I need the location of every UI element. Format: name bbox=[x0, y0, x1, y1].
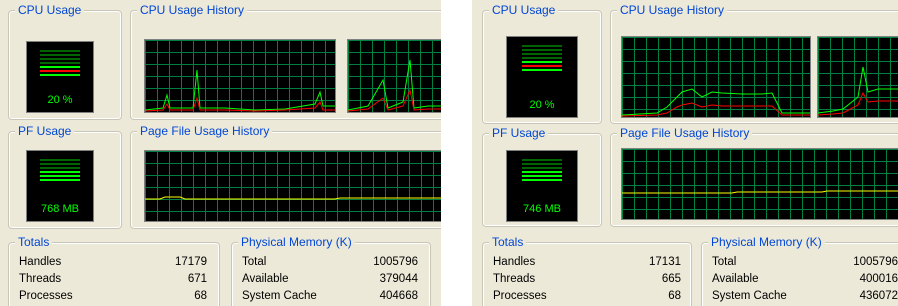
totals-value: 68 bbox=[194, 290, 207, 302]
cpu-history-group: CPU Usage History bbox=[130, 3, 441, 120]
physical-label: System Cache bbox=[712, 290, 787, 302]
cpu-history-plot-1 bbox=[145, 69, 335, 112]
totals-group: Totals Handles 17131 Threads 665 Process… bbox=[482, 235, 692, 306]
cpu-history-plot-2 bbox=[348, 59, 441, 112]
pf-usage-meter: 746 MB bbox=[506, 150, 578, 222]
physical-label: Total bbox=[242, 256, 267, 268]
cpu-history-graph-1 bbox=[144, 39, 336, 113]
totals-group: Totals Handles 17179 Threads 671 Process… bbox=[8, 235, 220, 306]
totals-row-processes: Processes 68 bbox=[19, 289, 207, 304]
physical-memory-group: Physical Memory (K) Total 1005796 Availa… bbox=[701, 235, 898, 306]
cpu-history-plot-2 bbox=[818, 66, 898, 116]
physical-value: 1005796 bbox=[373, 256, 418, 268]
totals-row-handles: Handles 17131 bbox=[493, 255, 681, 270]
pf-usage-group: PF Usage 768 MB bbox=[8, 124, 122, 229]
totals-value: 671 bbox=[187, 273, 207, 285]
totals-label: Threads bbox=[493, 273, 536, 285]
pf-history-graph bbox=[144, 150, 441, 222]
cpu-meter-bars bbox=[40, 50, 80, 78]
pf-usage-title: PF Usage bbox=[15, 124, 75, 138]
cpu-total-line-2 bbox=[348, 59, 441, 111]
physical-row-system-cache: System Cache 436072 bbox=[712, 289, 898, 304]
cpu-meter-bars bbox=[522, 45, 562, 73]
totals-label: Threads bbox=[19, 273, 62, 285]
totals-title: Totals bbox=[15, 235, 53, 249]
physical-memory-title: Physical Memory (K) bbox=[708, 235, 825, 249]
physical-label: Available bbox=[712, 273, 759, 285]
cpu-usage-title: CPU Usage bbox=[489, 3, 559, 17]
physical-row-total: Total 1005796 bbox=[712, 255, 898, 270]
pf-history-group: Page File Usage History bbox=[610, 126, 898, 227]
totals-label: Processes bbox=[19, 290, 73, 302]
physical-label: System Cache bbox=[242, 290, 317, 302]
physical-value: 1005796 bbox=[853, 256, 898, 268]
totals-row-threads: Threads 665 bbox=[493, 272, 681, 287]
totals-value: 68 bbox=[668, 290, 681, 302]
pf-history-group: Page File Usage History bbox=[130, 124, 441, 229]
pf-history-title: Page File Usage History bbox=[137, 124, 273, 138]
cpu-kernel-line-1 bbox=[622, 102, 810, 117]
totals-label: Handles bbox=[493, 256, 536, 268]
cpu-history-graph-2 bbox=[817, 36, 898, 118]
physical-row-available: Available 379044 bbox=[242, 272, 418, 287]
cpu-usage-value: 20 % bbox=[47, 94, 73, 106]
totals-label: Processes bbox=[493, 290, 547, 302]
physical-row-available: Available 400016 bbox=[712, 272, 898, 287]
pf-meter-bars bbox=[522, 159, 562, 183]
pf-usage-title: PF Usage bbox=[489, 126, 549, 140]
physical-memory-group: Physical Memory (K) Total 1005796 Availa… bbox=[231, 235, 431, 306]
task-manager-performance-left: CPU Usage 20 % CPU Usage History PF Usag… bbox=[0, 0, 441, 306]
pf-usage-line bbox=[145, 196, 441, 200]
physical-label: Available bbox=[242, 273, 289, 285]
pf-usage-line bbox=[622, 190, 898, 194]
cpu-history-title: CPU Usage History bbox=[137, 3, 248, 17]
physical-row-system-cache: System Cache 404668 bbox=[242, 289, 418, 304]
pf-history-title: Page File Usage History bbox=[617, 126, 753, 140]
cpu-usage-meter: 20 % bbox=[26, 41, 94, 113]
totals-row-handles: Handles 17179 bbox=[19, 255, 207, 270]
physical-value: 400016 bbox=[859, 273, 898, 285]
pf-usage-value: 768 MB bbox=[41, 203, 79, 215]
pf-usage-meter: 768 MB bbox=[26, 150, 94, 222]
physical-value: 404668 bbox=[379, 290, 418, 302]
cpu-usage-group: CPU Usage 20 % bbox=[8, 3, 122, 120]
totals-value: 17179 bbox=[175, 256, 207, 268]
physical-value: 379044 bbox=[379, 273, 418, 285]
cpu-history-graph-1 bbox=[621, 36, 811, 118]
totals-value: 665 bbox=[661, 273, 681, 285]
cpu-total-line-1 bbox=[145, 69, 335, 111]
task-manager-performance-right: CPU Usage 20 % CPU Usage History PF Usag… bbox=[472, 0, 898, 306]
pf-usage-value: 746 MB bbox=[523, 203, 561, 215]
physical-value: 436072 bbox=[859, 290, 898, 302]
physical-label: Total bbox=[712, 256, 737, 268]
totals-title: Totals bbox=[489, 235, 527, 249]
cpu-usage-title: CPU Usage bbox=[15, 3, 85, 17]
cpu-usage-value: 20 % bbox=[529, 99, 555, 111]
physical-memory-title: Physical Memory (K) bbox=[238, 235, 355, 249]
cpu-history-graph-2 bbox=[347, 39, 441, 113]
cpu-history-title: CPU Usage History bbox=[617, 3, 728, 17]
cpu-usage-meter: 20 % bbox=[506, 36, 578, 118]
totals-value: 17131 bbox=[649, 256, 681, 268]
cpu-history-plot-1 bbox=[622, 88, 810, 117]
cpu-history-group: CPU Usage History bbox=[610, 3, 898, 124]
totals-label: Handles bbox=[19, 256, 62, 268]
cpu-total-line-1 bbox=[622, 88, 810, 116]
pf-meter-bars bbox=[40, 159, 80, 183]
pf-history-plot bbox=[145, 196, 441, 200]
pf-usage-group: PF Usage 746 MB bbox=[482, 126, 602, 227]
cpu-total-line-2 bbox=[818, 66, 898, 114]
pf-history-graph bbox=[621, 148, 898, 220]
totals-row-processes: Processes 68 bbox=[493, 289, 681, 304]
cpu-usage-group: CPU Usage 20 % bbox=[482, 3, 602, 124]
totals-row-threads: Threads 671 bbox=[19, 272, 207, 287]
cpu-kernel-line-2 bbox=[348, 88, 441, 112]
pf-history-plot bbox=[622, 190, 898, 194]
physical-row-total: Total 1005796 bbox=[242, 255, 418, 270]
